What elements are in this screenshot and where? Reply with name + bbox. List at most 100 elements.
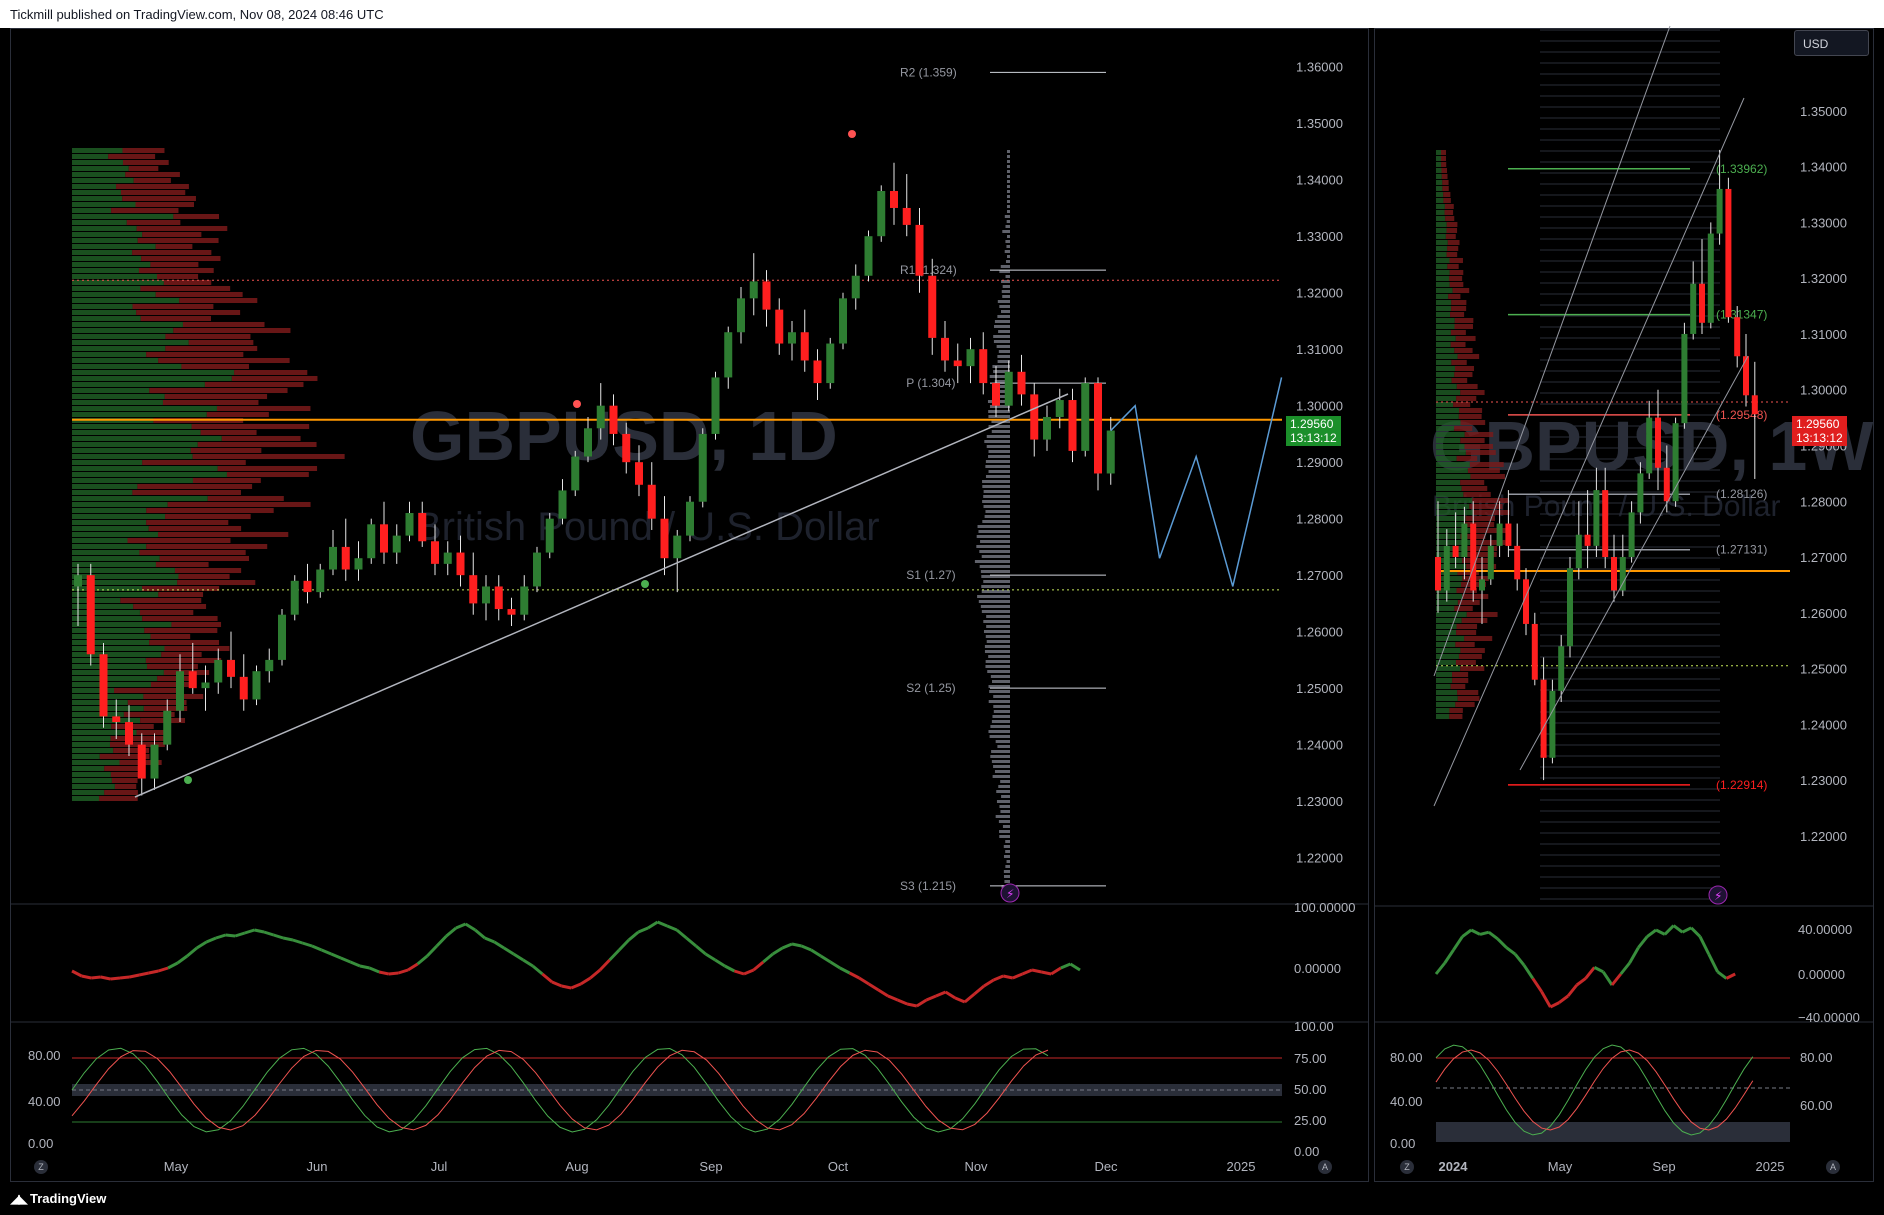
weekly-profile-bar-up	[1436, 300, 1452, 305]
weekly-oscillator-segment	[1681, 926, 1692, 934]
tradingview-brand[interactable]: ◢◣ TradingView	[10, 1191, 106, 1207]
oscillator-segment	[484, 936, 495, 944]
profile-bar-up	[72, 352, 147, 357]
weekly-oscillator-segment	[1716, 970, 1728, 980]
candle-body	[1094, 383, 1102, 474]
session-profile-bar	[990, 755, 1010, 758]
weekly-profile-bar-up	[1436, 522, 1466, 527]
oscillator-segment	[522, 958, 534, 968]
profile-bar-down	[171, 622, 222, 627]
candle-body	[494, 586, 503, 610]
weekly-candle-body	[1487, 545, 1494, 580]
profile-bar-up	[72, 598, 121, 603]
daily-time-axis[interactable]: May Jun Jul Aug Sep Oct Nov Dec 2025	[164, 1159, 1256, 1174]
weekly-profile-bar-down	[1454, 324, 1473, 329]
candle-body	[1017, 371, 1026, 395]
oscillator-segment	[234, 931, 246, 938]
candle-body	[800, 332, 809, 361]
weekly-oscillator-segment	[1610, 973, 1622, 986]
price-tick-label: 1.26000	[1296, 625, 1343, 640]
oscillator-segment	[215, 933, 227, 940]
profile-bar-down	[114, 688, 184, 693]
candle-body	[290, 580, 299, 615]
daily-price-axis[interactable]: 1.36000 1.35000 1.34000 1.33000 1.32000 1.310…	[1296, 60, 1343, 866]
oscillator-segment	[416, 954, 429, 966]
candle-body	[749, 281, 758, 299]
candle-body	[443, 552, 452, 564]
profile-bar-down	[147, 664, 198, 669]
oscillator-segment	[829, 960, 841, 970]
weekly-profile-bar-down	[1458, 654, 1482, 659]
session-profile-bar	[994, 320, 1010, 323]
candle-body	[851, 275, 860, 299]
weekly-oscillator-segment	[1522, 964, 1535, 980]
weekly-price-tick-label: 1.31000	[1800, 327, 1847, 342]
profile-bar-down	[136, 730, 165, 735]
weekly-profile-bar-down	[1455, 702, 1475, 707]
session-profile-bar	[993, 765, 1010, 768]
weekly-profile-bar-up	[1436, 360, 1452, 365]
weekly-profile-bar-up	[1436, 630, 1457, 635]
weekly-profile-bar-down	[1449, 282, 1464, 287]
weekly-oscillator-segment	[1452, 935, 1464, 951]
weekly-profile-bar-up	[1436, 402, 1454, 407]
weekly-profile-bar-down	[1464, 636, 1493, 641]
profile-bar-up	[72, 568, 175, 573]
time-tick-label: Dec	[1094, 1159, 1118, 1174]
weekly-oscillator-segment	[1540, 990, 1552, 1008]
session-profile-bar	[981, 590, 1010, 593]
oscillator-segment	[1050, 966, 1062, 976]
weekly-profile-bar-up	[1436, 510, 1473, 515]
candle-body	[1004, 371, 1013, 406]
currency-button[interactable]: USD	[1794, 30, 1869, 56]
weekly-profile-bar-up	[1436, 366, 1455, 371]
weekly-candle-body	[1751, 395, 1758, 415]
session-profile-bar	[988, 730, 1010, 733]
weekly-profile-bar-down	[1446, 252, 1458, 257]
profile-bar-up	[72, 628, 145, 633]
weekly-profile-bar-down	[1457, 696, 1480, 701]
weekly-price-tick-label: 1.30000	[1800, 383, 1847, 398]
candle-body	[673, 535, 682, 559]
profile-bar-up	[72, 592, 159, 597]
oscillator-segment	[733, 969, 745, 976]
profile-bar-down	[155, 292, 243, 297]
weekly-oscillator-segment	[1558, 994, 1569, 1004]
stoch-right-tick: 50.00	[1294, 1082, 1327, 1097]
weekly-time-axis[interactable]: 2024 May Sep 2025	[1439, 1159, 1785, 1174]
oscillator-segment	[675, 928, 688, 940]
profile-bar-up	[72, 406, 217, 411]
chart-canvas[interactable]: GBPUSD, 1D British Pound / U.S. Dollar G…	[0, 0, 1884, 1215]
candle-body	[584, 428, 592, 457]
weekly-oscillator-tick: 0.00000	[1798, 967, 1845, 982]
weekly-profile-bar-up	[1436, 348, 1455, 353]
oscillator-segment	[321, 948, 332, 956]
weekly-candle-body	[1637, 473, 1644, 513]
profile-bar-up	[72, 250, 133, 255]
profile-bar-down	[136, 226, 228, 231]
daily-countdown: 13:13:12	[1290, 431, 1337, 445]
profile-bar-up	[72, 292, 156, 297]
candle-body	[647, 484, 656, 519]
auto-scale-button[interactable]: A	[1318, 1160, 1332, 1174]
candle-body	[635, 462, 643, 485]
candle-body	[698, 433, 707, 502]
oscillator-segment	[455, 922, 467, 930]
weekly-price-tick-label: 1.33000	[1800, 215, 1847, 230]
profile-bar-up	[72, 676, 158, 681]
weekly-oscillator-segment	[1637, 935, 1649, 949]
weekly-profile-bar-up	[1436, 480, 1461, 485]
weekly-profile-bar-up	[1436, 270, 1450, 275]
oscillator-segment	[273, 933, 284, 940]
oscillator-segment	[627, 930, 640, 942]
profile-bar-up	[72, 760, 120, 765]
oscillator-segment	[954, 996, 966, 1004]
session-profile-bar	[1005, 275, 1010, 278]
price-tick-label: 1.27000	[1296, 568, 1343, 583]
auto-scale-button-weekly[interactable]: A	[1826, 1160, 1840, 1174]
daily-oscillator-pane: 100.00000 0.00000	[71, 900, 1355, 1008]
session-profile-bar	[977, 595, 1010, 598]
zoom-reset-button[interactable]: Z	[34, 1160, 48, 1174]
weekly-profile-bar-down	[1461, 618, 1488, 623]
zoom-reset-button-weekly[interactable]: Z	[1400, 1160, 1414, 1174]
